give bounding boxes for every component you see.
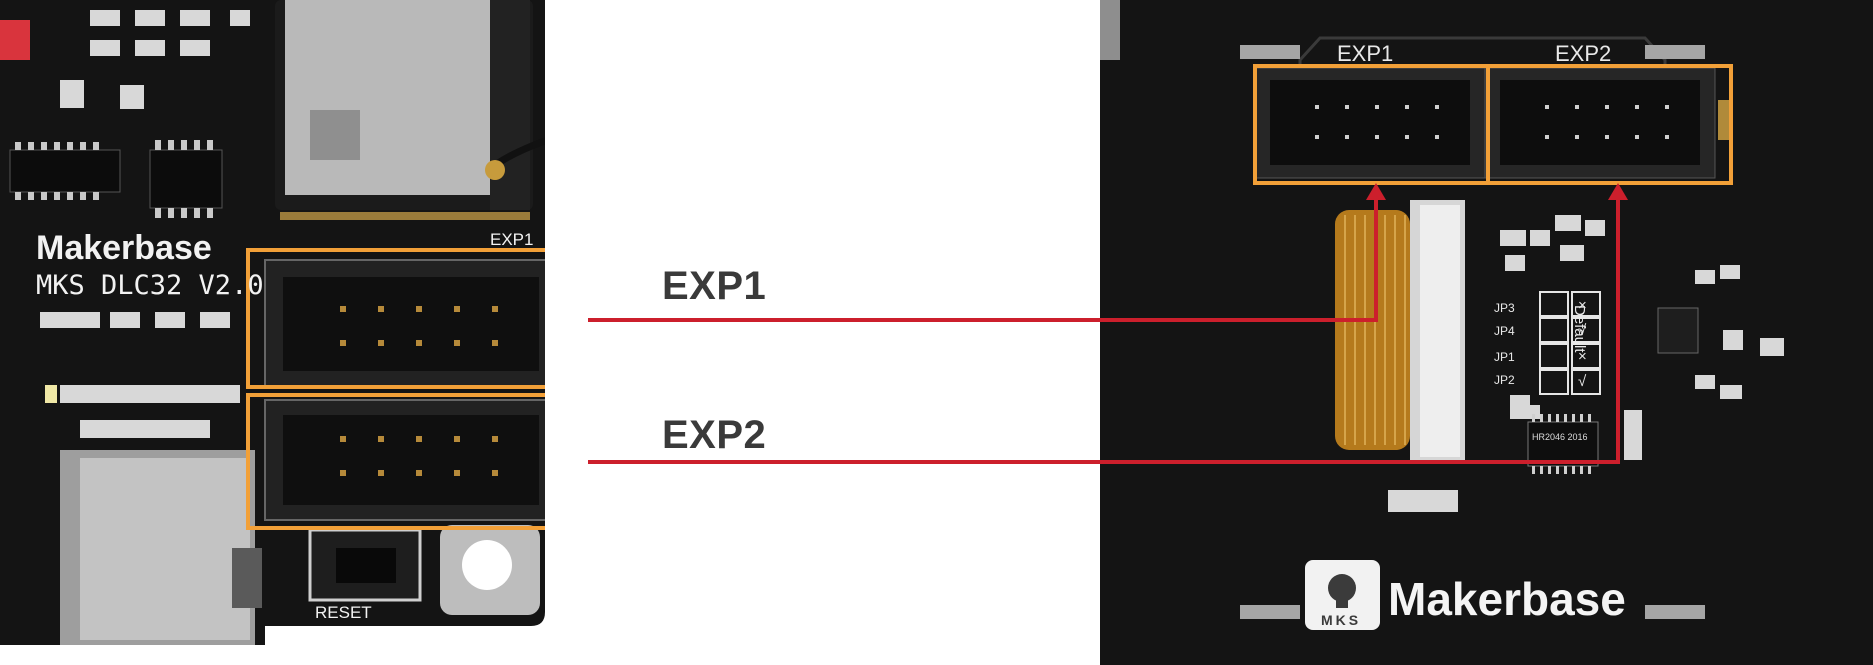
jumper-label-jp1: JP1 <box>1494 350 1515 364</box>
mainboard-reset-silkscreen: RESET <box>315 603 372 622</box>
default-silkscreen: Default <box>1571 305 1588 353</box>
jumper-label-jp3: JP3 <box>1494 301 1515 315</box>
exp2-connection-label: EXP2 <box>662 413 767 457</box>
chip-marking: HR2046 2016 <box>1532 432 1588 442</box>
lcd-brand-silkscreen: Makerbase <box>1388 573 1626 625</box>
lcd-exp1-header-silkscreen: EXP1 <box>1337 41 1394 66</box>
mainboard-image <box>0 0 545 665</box>
jumper-mark-jp2: √ <box>1578 373 1587 390</box>
exp1-connection-label: EXP1 <box>662 264 767 308</box>
mainboard-graphic <box>0 0 545 665</box>
mainboard-brand-silkscreen: Makerbase <box>36 229 212 267</box>
lcd-logo-text: MKS <box>1321 612 1362 628</box>
mainboard-model-silkscreen: MKS DLC32 V2.0 <box>36 270 264 301</box>
jumper-label-jp2: JP2 <box>1494 373 1515 387</box>
lcd-board-image <box>1100 0 1873 665</box>
lcd-exp2-header-silkscreen: EXP2 <box>1555 41 1612 66</box>
lcd-board-graphic <box>1100 0 1873 665</box>
jumper-label-jp4: JP4 <box>1494 324 1515 338</box>
mainboard-exp1-silkscreen: EXP1 <box>490 230 534 249</box>
